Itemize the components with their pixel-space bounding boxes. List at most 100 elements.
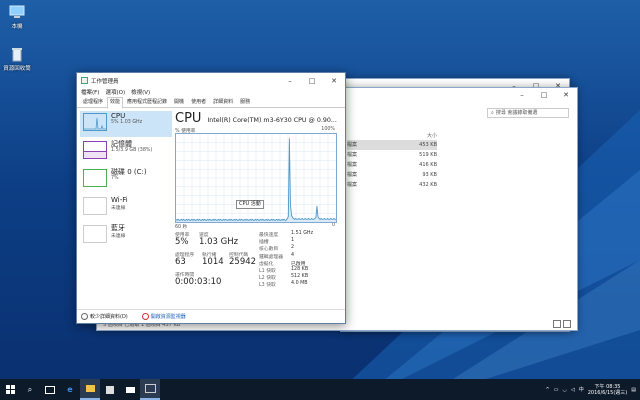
- resource-value: 5% 1.03 GHz: [111, 120, 143, 125]
- large-icons-view-icon[interactable]: [563, 320, 571, 328]
- tab-details[interactable]: 詳細資料: [210, 97, 236, 108]
- file-type: 檔案: [347, 172, 358, 178]
- task-manager-icon: [144, 384, 156, 393]
- desktop-icon-recycle-bin[interactable]: 資源回收筒: [0, 46, 37, 72]
- maximize-button[interactable]: □: [533, 88, 555, 102]
- file-size: 519 KB: [419, 152, 437, 158]
- notification-icon[interactable]: ▤: [631, 387, 636, 393]
- clock-date: 2016/6/15(週三): [587, 389, 628, 396]
- spec-key: 核心數目: [259, 247, 279, 253]
- resource-value: 1.5/3.9 GB (38%): [111, 148, 153, 153]
- tab-bar: 處理程序 效能 應用程式歷程記錄 開機 使用者 詳細資料 服務: [77, 97, 345, 109]
- desktop-icon-label: 資源回收筒: [3, 66, 31, 72]
- store-button[interactable]: [100, 379, 120, 400]
- mail-button[interactable]: [120, 379, 140, 400]
- tab-app-history[interactable]: 應用程式歷程記錄: [124, 97, 170, 108]
- menu-view[interactable]: 檢視(V): [131, 88, 150, 96]
- resource-item-wifi[interactable]: Wi-Fi 未連線: [80, 195, 172, 221]
- desktop-icon-this-pc[interactable]: 本機: [0, 4, 37, 30]
- close-button[interactable]: ✕: [555, 88, 577, 102]
- spec-key: L2 快取: [259, 276, 276, 282]
- file-size: 93 KB: [422, 172, 437, 178]
- windows-logo-icon: [5, 385, 15, 394]
- volume-icon[interactable]: ◁: [571, 387, 575, 393]
- minimize-button[interactable]: –: [279, 74, 301, 88]
- chevron-up-icon: [81, 313, 88, 320]
- list-item[interactable]: 檔案 519 KB: [347, 150, 437, 160]
- open-resource-monitor-label: 開啟資源監視器: [150, 314, 186, 320]
- details-view-icon[interactable]: [553, 320, 561, 328]
- list-item[interactable]: 檔案 432 KB: [347, 180, 437, 190]
- file-type: 檔案: [347, 182, 358, 188]
- minimize-button[interactable]: –: [511, 88, 533, 102]
- tab-performance[interactable]: 效能: [107, 97, 124, 109]
- clock[interactable]: 下午 08:35 2016/6/15(週三): [588, 384, 628, 396]
- spec-key: L1 快取: [259, 268, 276, 274]
- resource-item-disk[interactable]: 磁碟 0 (C:) 7%: [80, 167, 172, 193]
- menu-file[interactable]: 檔案(F): [81, 88, 99, 96]
- cpu-specs: 最快速度 1.51 GHz 插槽 1 核心數目 2 邏輯處理器 4 虛擬化 已啟用 L1 …: [259, 231, 339, 289]
- task-view-icon: [45, 385, 55, 394]
- task-manager-window[interactable]: 工作管理員 – □ ✕ 檔案(F) 選項(O) 檢視(V) 處理程序 效能 應用…: [76, 72, 346, 324]
- window-titlebar[interactable]: 工作管理員 – □ ✕: [77, 73, 345, 88]
- resource-name: 藍牙: [111, 224, 125, 232]
- resource-name: Wi-Fi: [111, 196, 128, 204]
- edge-button[interactable]: e: [60, 379, 80, 400]
- file-type: 檔案: [347, 162, 358, 168]
- list-item[interactable]: 檔案 93 KB: [347, 170, 437, 180]
- task-manager-taskbar-button[interactable]: [140, 379, 160, 400]
- stat-threads: 1014: [202, 257, 224, 267]
- resource-list: CPU 5% 1.03 GHz 記憶體 1.5/3.9 GB (38%) 磁碟 0 …: [80, 111, 172, 251]
- close-button[interactable]: ✕: [323, 74, 345, 88]
- tab-processes[interactable]: 處理程序: [80, 97, 106, 108]
- file-explorer-button[interactable]: [80, 379, 100, 400]
- task-view-button[interactable]: [40, 379, 60, 400]
- file-size: 432 KB: [419, 182, 437, 188]
- memory-thumbnail: [83, 141, 107, 159]
- maximize-button[interactable]: □: [301, 74, 323, 88]
- stat-speed: 1.03 GHz: [199, 237, 239, 247]
- window-title: 工作管理員: [91, 78, 119, 85]
- input-method-icon[interactable]: 中: [579, 386, 584, 393]
- resource-item-cpu[interactable]: CPU 5% 1.03 GHz: [80, 111, 172, 137]
- mail-icon: [125, 386, 135, 393]
- resource-item-bluetooth[interactable]: 藍牙 未連線: [80, 223, 172, 249]
- open-resource-monitor-link[interactable]: 開啟資源監視器: [141, 313, 186, 320]
- spec-value: 1.51 GHz: [291, 231, 314, 236]
- cpu-thumbnail: [83, 113, 107, 131]
- list-item[interactable]: 檔案 416 KB: [347, 160, 437, 170]
- file-size: 453 KB: [419, 142, 437, 148]
- chevron-up-icon[interactable]: ^: [546, 387, 550, 393]
- resource-item-memory[interactable]: 記憶體 1.5/3.9 GB (38%): [80, 139, 172, 165]
- fewer-details-button[interactable]: 較少詳細資料(D): [81, 313, 128, 320]
- cpu-panel: CPU Intel(R) Core(TM) m3-6Y30 CPU @ 0.90…: [175, 111, 341, 321]
- spec-value: 4.0 MB: [291, 281, 308, 287]
- cpu-usage-graph[interactable]: CPU 活動: [175, 133, 337, 223]
- start-button[interactable]: [0, 379, 20, 400]
- menu-options[interactable]: 選項(O): [105, 88, 125, 96]
- column-header-size[interactable]: 大小: [347, 132, 437, 140]
- file-size: 416 KB: [419, 162, 437, 168]
- resource-name: CPU: [111, 112, 126, 120]
- file-list: 大小 檔案 453 KB 檔案 519 KB 檔案 416 KB 檔案 93 KB 檔案…: [347, 132, 437, 190]
- spec-key: 插槽: [259, 240, 269, 246]
- wifi-thumbnail: [83, 197, 107, 215]
- tab-services[interactable]: 服務: [237, 97, 253, 108]
- spec-value: 已啟用: [291, 261, 306, 267]
- search-input[interactable]: ⌕ 搜尋 會議錄取備選: [487, 108, 569, 118]
- desktop-icon-label: 本機: [11, 24, 23, 30]
- view-toggle[interactable]: [553, 320, 571, 328]
- list-item[interactable]: 檔案 453 KB: [347, 140, 437, 150]
- search-button[interactable]: ⌕: [20, 379, 40, 400]
- tab-users[interactable]: 使用者: [188, 97, 209, 108]
- search-icon: ⌕: [491, 110, 494, 116]
- spec-value: 4: [291, 252, 295, 258]
- resource-value: 7%: [111, 176, 119, 181]
- resource-monitor-icon: [141, 313, 149, 320]
- bluetooth-thumbnail: [83, 225, 107, 243]
- store-icon: [106, 385, 114, 394]
- battery-icon[interactable]: ▭: [554, 387, 559, 393]
- tab-startup[interactable]: 開機: [171, 97, 187, 108]
- network-icon[interactable]: ◡: [562, 387, 566, 393]
- computer-icon: [8, 4, 26, 20]
